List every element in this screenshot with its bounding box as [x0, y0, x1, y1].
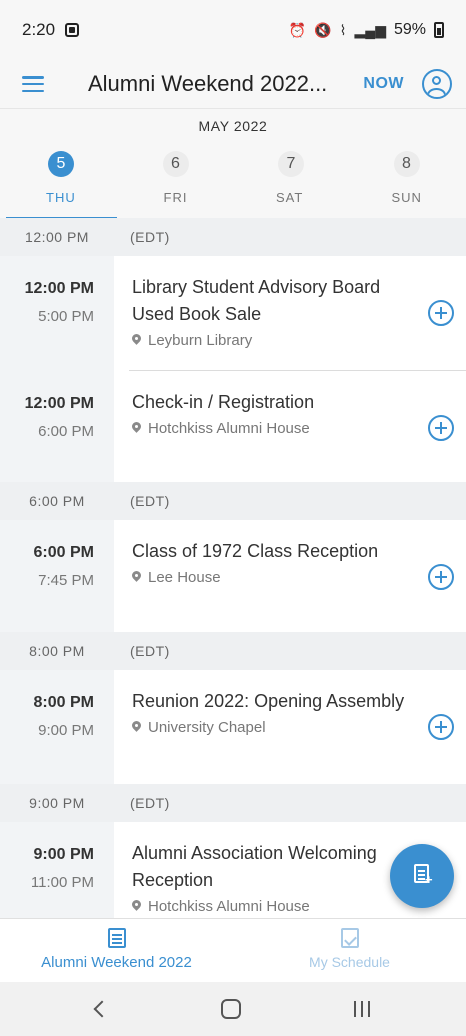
system-nav-bar: [0, 982, 466, 1036]
recent-apps-icon[interactable]: [353, 1001, 370, 1017]
month-label: MAY 2022: [198, 118, 268, 134]
event-start-time: 12:00 PM: [24, 395, 94, 412]
event-location: Hotchkiss Alumni House: [132, 898, 406, 915]
event-end-time: 11:00 PM: [30, 874, 94, 891]
add-event-fab[interactable]: [390, 844, 454, 908]
alarm-icon: ⏰: [288, 21, 307, 38]
add-to-schedule-button[interactable]: [428, 714, 454, 740]
status-bar: 2:20 ⏰ 🔇 ⌇ ▂▄▆ 59%: [0, 0, 466, 60]
section-time: 8:00 PM: [29, 643, 85, 659]
mute-icon: 🔇: [314, 21, 332, 38]
event-end-time: 7:45 PM: [38, 572, 94, 589]
nav-agenda-label: Alumni Weekend 2022: [41, 954, 192, 971]
day-number: 8: [393, 151, 420, 177]
section-timezone: (EDT): [130, 795, 170, 811]
add-to-schedule-button[interactable]: [428, 564, 454, 590]
menu-icon[interactable]: [22, 76, 44, 92]
event-title: Library Student Advisory Board Used Book…: [132, 277, 381, 324]
day-name: SAT: [276, 190, 304, 205]
event-start-time: 12:00 PM: [24, 280, 94, 297]
event-end-time: 5:00 PM: [38, 308, 94, 325]
location-pin-icon: [132, 721, 141, 734]
page-title: Alumni Weekend 2022...: [88, 71, 328, 96]
add-to-schedule-button[interactable]: [428, 415, 454, 441]
section-time: 9:00 PM: [29, 795, 85, 811]
event-item[interactable]: 6:00 PM 7:45 PM Class of 1972 Class Rece…: [0, 520, 466, 632]
event-title: Alumni Association Welcoming Reception: [132, 843, 377, 890]
day-tabs: 5 THU 6 FRI 7 SAT 8 SUN: [0, 145, 466, 219]
section-timezone: (EDT): [130, 493, 170, 509]
day-number: 6: [162, 151, 189, 177]
event-start-time: 6:00 PM: [33, 544, 94, 561]
event-title: Class of 1972 Class Reception: [132, 541, 379, 561]
day-name: SUN: [391, 190, 422, 205]
app-bar: Alumni Weekend 2022... NOW: [0, 60, 466, 108]
section-header: 9:00 PM (EDT): [0, 784, 466, 822]
now-button[interactable]: NOW: [363, 75, 404, 93]
add-to-schedule-button[interactable]: [428, 300, 454, 326]
battery-percent: 59%: [393, 21, 426, 38]
event-end-time: 6:00 PM: [38, 423, 94, 440]
day-name: THU: [46, 190, 76, 205]
home-icon[interactable]: [220, 999, 241, 1019]
event-start-time: 8:00 PM: [33, 694, 94, 711]
event-item[interactable]: 12:00 PM 6:00 PM Check-in / Registration…: [0, 371, 466, 482]
event-location-text: Hotchkiss Alumni House: [148, 420, 310, 437]
section-timezone: (EDT): [130, 643, 170, 659]
section-time: 12:00 PM: [25, 229, 89, 245]
day-number: 5: [48, 151, 74, 177]
event-start-time: 9:00 PM: [33, 846, 94, 863]
day-tab-fri[interactable]: 6 FRI: [117, 145, 234, 219]
wifi-icon: ⌇: [339, 21, 347, 38]
event-location-text: Hotchkiss Alumni House: [148, 898, 310, 915]
signal-icon: ▂▄▆: [354, 21, 386, 38]
calendar-check-icon: [340, 928, 359, 948]
day-tab-thu[interactable]: 5 THU: [0, 145, 117, 219]
back-icon[interactable]: [93, 1000, 111, 1018]
event-item[interactable]: 8:00 PM 9:00 PM Reunion 2022: Opening As…: [0, 670, 466, 784]
add-note-icon: [414, 864, 433, 886]
section-header: 12:00 PM (EDT): [0, 218, 466, 256]
event-location: Lee House: [132, 569, 406, 586]
battery-icon: [434, 22, 444, 38]
event-location: Leyburn Library: [132, 332, 406, 349]
event-location-text: Leyburn Library: [148, 332, 253, 349]
location-pin-icon: [132, 422, 141, 435]
event-item[interactable]: 12:00 PM 5:00 PM Library Student Advisor…: [0, 256, 466, 371]
event-location-text: Lee House: [148, 569, 221, 586]
bottom-nav: Alumni Weekend 2022 My Schedule: [0, 918, 466, 982]
day-number: 7: [278, 151, 304, 177]
nav-my-schedule-label: My Schedule: [309, 954, 390, 970]
event-location-text: University Chapel: [148, 719, 266, 736]
section-header: 8:00 PM (EDT): [0, 632, 466, 670]
notification-icon: [65, 23, 80, 37]
nav-my-schedule[interactable]: My Schedule: [233, 919, 466, 982]
event-location: University Chapel: [132, 719, 406, 736]
day-name: FRI: [163, 190, 188, 205]
location-pin-icon: [132, 900, 141, 913]
date-header: MAY 2022 5 THU 6 FRI 7 SAT 8 SUN: [0, 108, 466, 219]
event-title: Reunion 2022: Opening Assembly: [132, 691, 405, 711]
event-title: Check-in / Registration: [132, 392, 315, 412]
event-location: Hotchkiss Alumni House: [132, 420, 406, 437]
schedule-list[interactable]: 12:00 PM (EDT) 12:00 PM 5:00 PM Library …: [0, 218, 466, 918]
location-pin-icon: [132, 571, 141, 584]
day-tab-sun[interactable]: 8 SUN: [350, 145, 466, 219]
event-end-time: 9:00 PM: [38, 722, 94, 739]
status-time: 2:20: [22, 20, 56, 39]
day-tab-sat[interactable]: 7 SAT: [233, 145, 350, 219]
profile-icon[interactable]: [422, 69, 452, 99]
section-header: 6:00 PM (EDT): [0, 482, 466, 520]
section-time: 6:00 PM: [29, 493, 85, 509]
agenda-icon: [107, 928, 126, 948]
location-pin-icon: [132, 334, 141, 347]
section-timezone: (EDT): [130, 229, 170, 245]
nav-agenda[interactable]: Alumni Weekend 2022: [0, 919, 233, 982]
